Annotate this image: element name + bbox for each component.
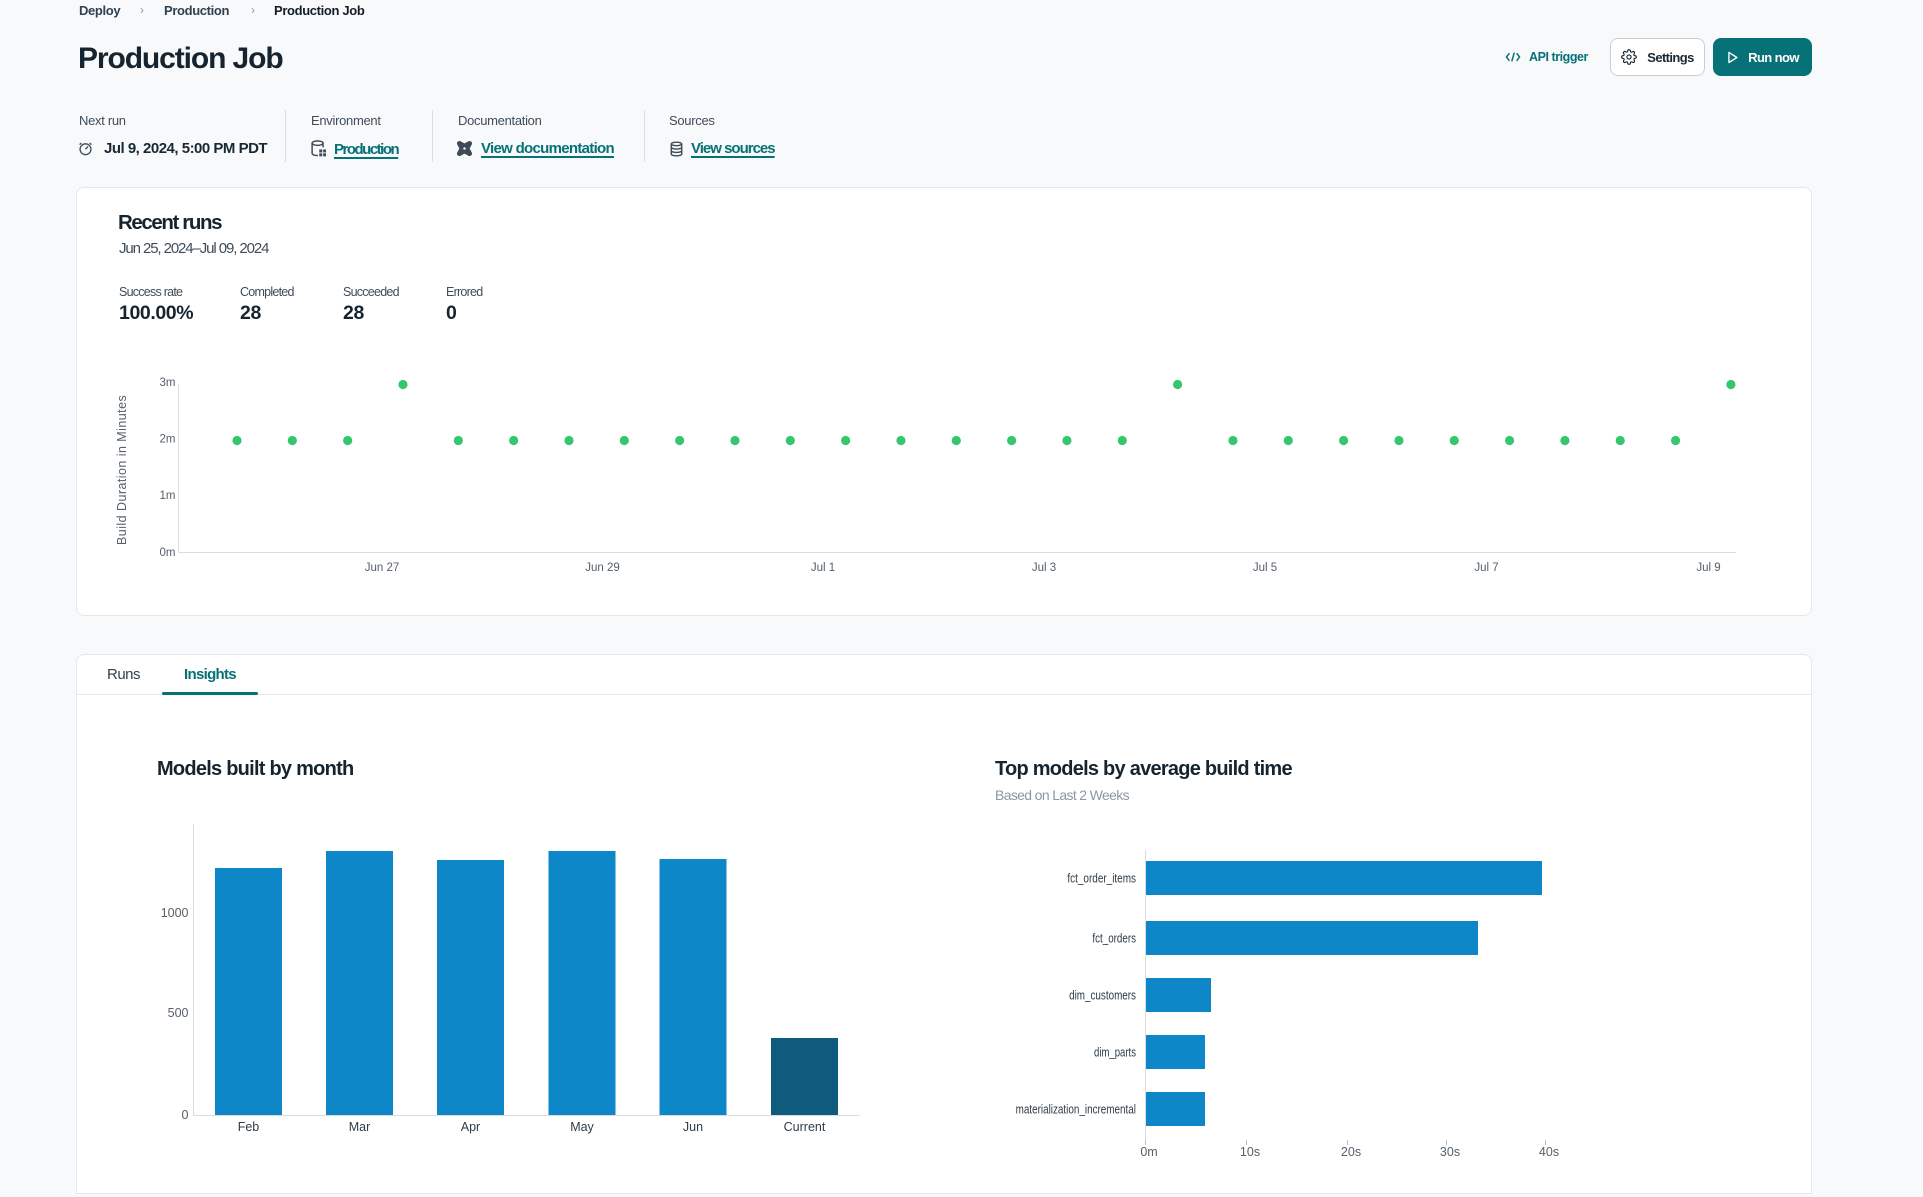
- svg-text:Jul 3: Jul 3: [1032, 562, 1056, 574]
- svg-text:10s: 10s: [1240, 1145, 1260, 1159]
- svg-text:Jun 29: Jun 29: [585, 562, 620, 574]
- svg-text:Apr: Apr: [461, 1120, 480, 1134]
- svg-text:2m: 2m: [160, 434, 176, 446]
- svg-text:Jul 1: Jul 1: [811, 562, 835, 574]
- svg-text:500: 500: [168, 1006, 189, 1020]
- svg-text:0m: 0m: [1140, 1145, 1157, 1159]
- svg-text:materialization_incremental: materialization_incremental: [1016, 1103, 1136, 1117]
- svg-text:May: May: [570, 1120, 594, 1134]
- svg-text:Jul 7: Jul 7: [1474, 562, 1498, 574]
- svg-text:Jun 27: Jun 27: [365, 562, 400, 574]
- svg-text:fct_orders: fct_orders: [1092, 932, 1136, 946]
- svg-text:3m: 3m: [160, 377, 176, 389]
- svg-text:Feb: Feb: [238, 1120, 260, 1134]
- svg-text:dim_parts: dim_parts: [1094, 1046, 1136, 1060]
- svg-text:30s: 30s: [1440, 1145, 1460, 1159]
- svg-text:Jun: Jun: [683, 1120, 703, 1134]
- svg-text:dim_customers: dim_customers: [1069, 989, 1136, 1003]
- svg-text:Build Duration in Minutes: Build Duration in Minutes: [115, 395, 129, 545]
- svg-text:20s: 20s: [1341, 1145, 1361, 1159]
- svg-text:0: 0: [182, 1108, 189, 1122]
- svg-text:Mar: Mar: [349, 1120, 371, 1134]
- svg-text:fct_order_items: fct_order_items: [1067, 872, 1136, 886]
- svg-text:Jul 5: Jul 5: [1253, 562, 1277, 574]
- svg-text:0m: 0m: [160, 547, 176, 559]
- svg-text:1m: 1m: [160, 490, 176, 502]
- svg-text:Jul 9: Jul 9: [1696, 562, 1720, 574]
- svg-text:Current: Current: [784, 1120, 826, 1134]
- svg-text:1000: 1000: [161, 906, 189, 920]
- svg-text:40s: 40s: [1539, 1145, 1559, 1159]
